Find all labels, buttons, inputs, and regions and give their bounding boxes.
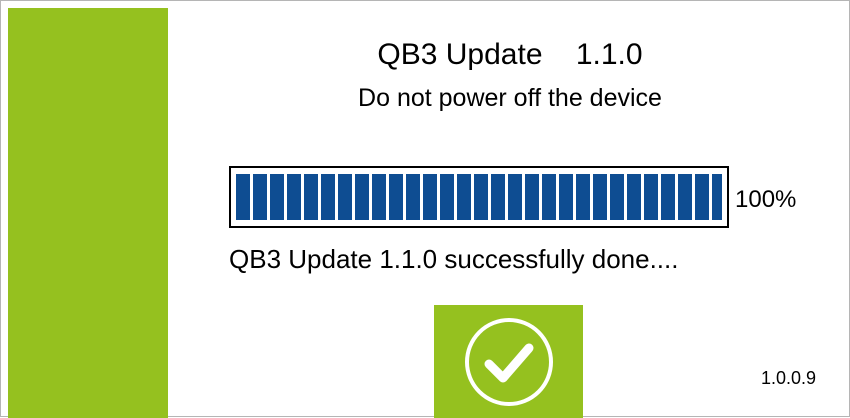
progress-track (236, 174, 722, 220)
version-label: 1.0.0.9 (761, 368, 817, 388)
page-title: QB3 Update 1.1.0 (377, 38, 643, 71)
power-warning: Do not power off the device (358, 84, 662, 112)
update-screen: QB3 Update 1.1.0 Do not power off the de… (0, 0, 850, 418)
confirm-button[interactable] (434, 305, 583, 418)
sidebar-accent (8, 8, 168, 418)
progress-fill (236, 174, 722, 220)
check-circle-icon (464, 317, 553, 406)
progress-bar (229, 166, 729, 228)
progress-percent: 100% (735, 186, 797, 213)
status-message: QB3 Update 1.1.0 successfully done.... (229, 244, 679, 274)
